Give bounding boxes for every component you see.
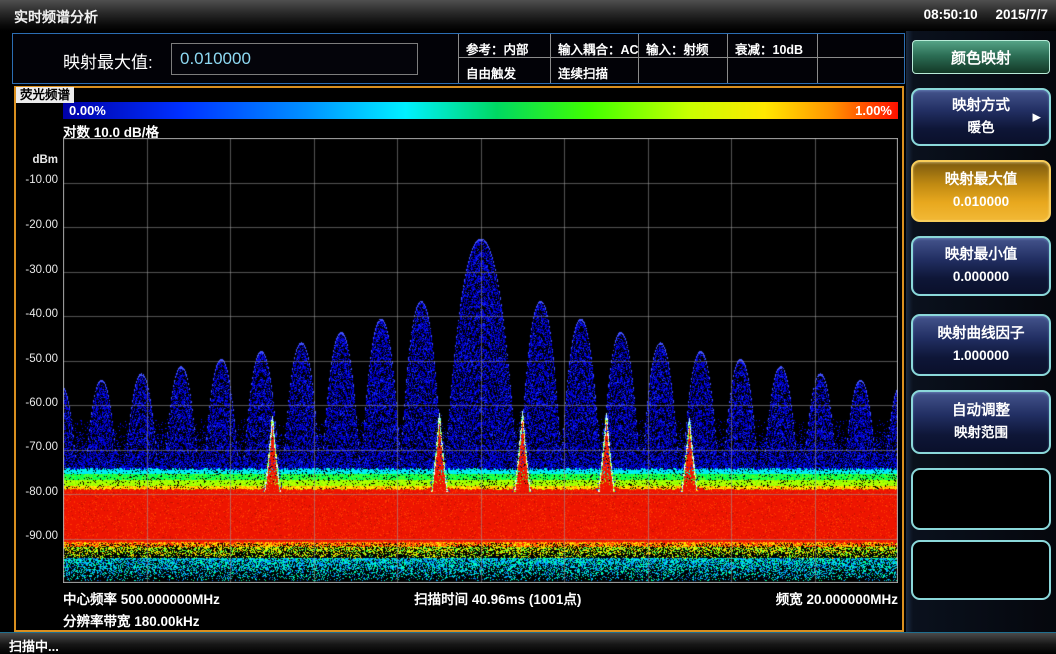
button-label: 映射最大值 <box>945 172 1018 189</box>
status-table: 参考：内部 输入耦合：AC 输入：射频 衰减：10dB 自由触发 连续扫描 <box>458 34 904 83</box>
status-cell-reference: 参考：内部 <box>458 34 550 58</box>
menu-title-color-mapping[interactable]: 颜色映射 <box>912 40 1050 74</box>
sidebar-button-map-min[interactable]: 映射最小值 0.000000 <box>911 236 1051 296</box>
map-max-input[interactable] <box>171 43 418 75</box>
footer-sweep-time: 扫描时间 40.96ms (1001点) <box>414 588 581 608</box>
y-axis-tick-label: -70.00 <box>16 441 58 453</box>
colorbar-max-label: 1.00% <box>855 103 892 118</box>
y-axis-tick-label: -60.00 <box>16 397 58 409</box>
settings-bar: 映射最大值: 参考：内部 输入耦合：AC 输入：射频 衰减：10dB 自由触发 … <box>12 33 905 84</box>
scan-status-text: 扫描中... <box>9 636 59 654</box>
plot-footer: 中心频率 500.000000MHz 扫描时间 40.96ms (1001点) … <box>63 588 898 608</box>
footer-center-freq: 中心频率 500.000000MHz <box>63 588 220 608</box>
status-cell-attenuation: 衰减：10dB <box>727 34 817 58</box>
button-value: 1.000000 <box>953 348 1009 364</box>
y-axis-tick-label: -10.00 <box>16 174 58 186</box>
button-value: 映射范围 <box>954 425 1008 441</box>
button-value: 0.010000 <box>953 194 1009 210</box>
button-label: 映射方式 <box>952 98 1010 115</box>
status-cell-sweep-mode: 连续扫描 <box>550 58 638 83</box>
screen: 实时频谱分析 08:50:10 2015/7/7 映射最大值: 参考：内部 输入… <box>0 0 1056 654</box>
clock-time: 08:50:10 <box>924 7 978 22</box>
sidebar-button-map-curve-factor[interactable]: 映射曲线因子 1.000000 <box>911 314 1051 376</box>
sidebar-button-blank-1[interactable] <box>911 468 1051 530</box>
button-value: 暖色 <box>968 120 995 136</box>
spectrum-panel: 荧光频谱 0.00% 1.00% 对数 10.0 dB/格 dBm -10.00… <box>14 86 904 632</box>
page-title: 实时频谱分析 <box>14 7 98 27</box>
y-axis-tick-label: -80.00 <box>16 486 58 498</box>
colorbar-min-label: 0.00% <box>69 103 106 118</box>
y-axis-tick-label: -40.00 <box>16 308 58 320</box>
button-label: 映射曲线因子 <box>938 326 1025 343</box>
title-bar: 实时频谱分析 08:50:10 2015/7/7 <box>0 0 1056 31</box>
sidebar-button-map-max[interactable]: 映射最大值 0.010000 <box>911 160 1051 222</box>
button-label: 自动调整 <box>952 403 1010 420</box>
button-value: 0.000000 <box>953 269 1009 285</box>
y-axis-tick-label: -20.00 <box>16 219 58 231</box>
tab-phosphor-spectrum[interactable]: 荧光频谱 <box>16 87 74 103</box>
y-axis-tick-label: -30.00 <box>16 264 58 276</box>
status-bar: 扫描中... <box>0 632 1056 654</box>
footer-rbw: 分辨率带宽 180.00kHz <box>63 610 200 630</box>
y-axis-tick-label: -50.00 <box>16 353 58 365</box>
footer-span: 频宽 20.000000MHz <box>776 588 898 608</box>
y-axis-tick-label: -90.00 <box>16 530 58 542</box>
status-cell-empty <box>817 58 904 83</box>
status-cell-input: 输入：射频 <box>638 34 727 58</box>
sidebar-button-map-mode[interactable]: 映射方式 暖色 ▶ <box>911 88 1051 146</box>
clock: 08:50:10 2015/7/7 <box>910 7 1048 22</box>
status-cell-coupling: 输入耦合：AC <box>550 34 638 58</box>
spectrum-canvas <box>63 138 898 583</box>
map-max-label: 映射最大值: <box>63 48 153 73</box>
status-cell-trigger: 自由触发 <box>458 58 550 83</box>
density-colorbar: 0.00% 1.00% <box>63 102 898 119</box>
status-cell-empty <box>638 58 727 83</box>
sidebar-menu: 颜色映射 映射方式 暖色 ▶ 映射最大值 0.010000 映射最小值 0.00… <box>906 31 1056 632</box>
status-cell-empty <box>817 34 904 58</box>
status-cell-empty <box>727 58 817 83</box>
sidebar-button-auto-adjust-map-range[interactable]: 自动调整 映射范围 <box>911 390 1051 454</box>
clock-date: 2015/7/7 <box>995 7 1048 22</box>
submenu-arrow-icon: ▶ <box>1033 111 1041 124</box>
button-label: 映射最小值 <box>945 247 1018 264</box>
y-axis-unit: dBm <box>16 154 58 166</box>
sidebar-button-blank-2[interactable] <box>911 540 1051 600</box>
